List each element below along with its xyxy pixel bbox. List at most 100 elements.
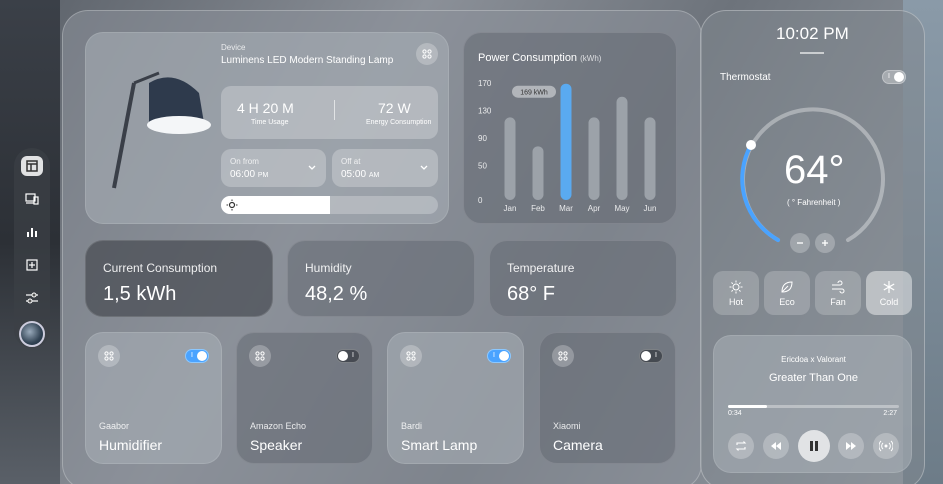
lamp-image [112,71,211,189]
lamp-card: Device Luminens LED Modern Standing Lamp… [85,32,449,224]
device-label: Device [221,43,246,52]
grid-icon [406,351,416,361]
nav-devices[interactable] [21,189,43,209]
bar-may[interactable] [616,96,628,200]
previous-button[interactable] [763,433,789,459]
nav-stats[interactable] [21,222,43,242]
nav-rail [14,148,50,348]
usage-divider [334,100,335,120]
thermostat-toggle[interactable]: I [882,70,906,84]
snowflake-icon [883,280,895,293]
time-usage-value: 4 H 20 M [237,100,294,116]
device-toggle[interactable]: I [185,349,209,363]
device-card-humidifier[interactable]: I Gaabor Humidifier [85,332,222,464]
broadcast-icon [879,440,893,452]
bar-mar[interactable] [560,83,572,200]
nav-add[interactable] [21,255,43,275]
bar-jan[interactable] [504,117,516,200]
y-tick-label: 0 [478,196,483,205]
broadcast-button[interactable] [873,433,899,459]
lamp-grid-button[interactable] [416,43,438,65]
device-card-camera[interactable]: I Xiaomi Camera [539,332,676,464]
bar-apr[interactable] [588,117,600,200]
energy-label: Energy Consumption [366,119,432,126]
mode-fan-button[interactable]: Fan [815,271,861,315]
device-toggle[interactable]: I [336,349,360,363]
device-brand: Bardi [401,421,423,431]
device-name: Humidifier [99,437,163,453]
x-tick-label: May [614,204,629,213]
grid-icon [422,49,432,59]
device-grid-button[interactable] [400,345,422,367]
off-at-select[interactable]: Off at 05:00 AM [332,149,438,187]
grid-icon [255,351,265,361]
plus-square-icon [26,259,38,271]
mode-label: Cold [879,296,899,307]
next-button[interactable] [838,433,864,459]
thermostat-unit: ( ° Fahrenheit ) [787,198,841,207]
device-name: Luminens LED Modern Standing Lamp [221,55,394,66]
repeat-icon [735,441,747,451]
mode-eco-button[interactable]: Eco [764,271,810,315]
music-player: Ericdoa x Valorant Greater Than One 0:34… [713,335,912,473]
temp-decrease-button[interactable] [790,233,810,253]
y-tick-label: 50 [478,162,487,171]
music-progress-bar[interactable] [728,405,899,408]
brightness-sun-icon [226,199,238,211]
x-tick-label: Apr [588,204,601,213]
music-elapsed: 0:34 [728,410,742,417]
usage-box: 4 H 20 M Time Usage 72 W Energy Consumpt… [221,86,438,139]
clock-divider [800,52,824,54]
mode-hot-button[interactable]: Hot [713,271,759,315]
bar-chart-icon [27,228,37,237]
temperature-label: Temperature [507,261,575,275]
power-chart: 170 130 90 50 0 Jan Feb Mar 169 kWh Apr May Jun [478,79,656,213]
on-from-select[interactable]: On from 06:00 PM [221,149,326,187]
device-name: Camera [553,437,603,453]
leaf-icon [781,280,793,293]
nav-settings[interactable] [21,288,43,308]
dial-handle [746,140,756,150]
on-from-period: PM [257,172,269,179]
music-progress-fill [728,405,768,408]
device-grid-button[interactable] [552,345,574,367]
x-tick-label: Mar [559,204,573,213]
y-tick-label: 90 [478,134,487,143]
plus-icon [822,240,828,246]
bar-jun[interactable] [644,117,656,200]
sun-icon [729,280,743,293]
mode-cold-button[interactable]: Cold [866,271,912,315]
chevron-down-icon [420,165,428,170]
minus-icon [797,242,803,244]
current-label: Current Consumption [103,261,218,275]
mode-label: Eco [779,296,795,307]
time-usage-label: Time Usage [251,119,289,126]
tooltip-text: 169 kWh [520,90,548,97]
avatar[interactable] [19,321,45,347]
device-card-speaker[interactable]: I Amazon Echo Speaker [236,332,373,464]
humidity-card: Humidity 48,2 % [287,240,475,317]
brightness-slider[interactable] [221,196,438,214]
pause-button[interactable] [798,430,830,462]
thermostat-label: Thermostat [720,72,771,83]
nav-dashboard[interactable] [21,156,43,176]
device-toggle[interactable]: I [487,349,511,363]
current-consumption-card: Current Consumption 1,5 kWh [85,240,273,317]
bar-tooltip: 169 kWh [512,85,556,98]
device-grid-button[interactable] [249,345,271,367]
mode-label: Fan [830,296,846,307]
dashboard-icon [26,160,38,172]
device-card-smart-lamp[interactable]: I Bardi Smart Lamp [387,332,524,464]
bar-feb[interactable] [532,146,544,200]
fan-icon [832,280,845,293]
device-toggle[interactable]: I [639,349,663,363]
repeat-button[interactable] [728,433,754,459]
device-name: Smart Lamp [401,437,478,453]
device-brand: Gaabor [99,421,130,431]
pause-icon [810,441,818,451]
humidity-value: 48,2 % [305,283,368,305]
off-at-label: Off at [341,157,361,166]
temp-increase-button[interactable] [815,233,835,253]
device-grid-button[interactable] [98,345,120,367]
clock-time: 10:02 PM [776,24,849,43]
